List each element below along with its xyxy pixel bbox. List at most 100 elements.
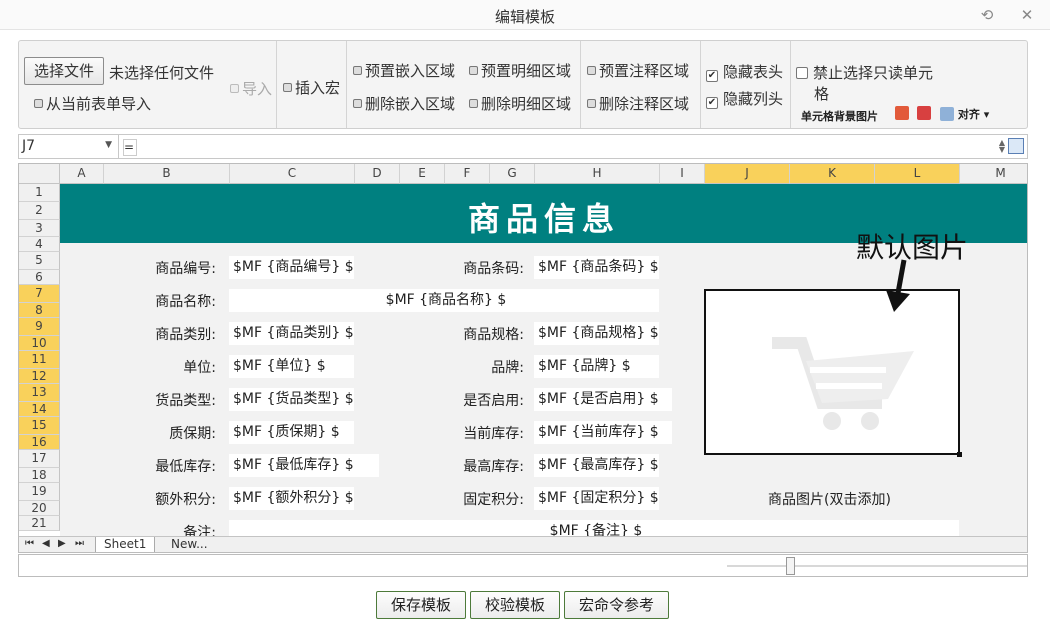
row-header[interactable]: 10 bbox=[19, 336, 60, 351]
delete-embed-area-button[interactable]: 删除嵌入区域 bbox=[353, 93, 455, 114]
cell-grid[interactable]: 商品信息 商品编号: $MF {商品编号} $ 商品条码: $MF {商品条码}… bbox=[60, 184, 1027, 543]
field-value-cell[interactable]: $MF {是否启用} $ bbox=[534, 388, 672, 411]
close-icon[interactable]: ✕ bbox=[1016, 4, 1038, 26]
field-value-cell[interactable]: $MF {额外积分} $ bbox=[229, 487, 354, 510]
preset-embed-area-button[interactable]: 预置嵌入区域 bbox=[353, 60, 455, 81]
column-header[interactable]: H bbox=[535, 164, 660, 184]
check-icon[interactable]: ✔ bbox=[706, 97, 718, 109]
column-header[interactable]: L bbox=[875, 164, 960, 184]
row-header[interactable]: 8 bbox=[19, 303, 60, 318]
cell-reference-box[interactable]: J7 ▼ bbox=[19, 135, 119, 158]
cell-reference: J7 bbox=[22, 138, 36, 154]
select-all-corner[interactable] bbox=[19, 164, 60, 184]
row-header[interactable]: 11 bbox=[19, 351, 60, 369]
field-value-cell[interactable]: $MF {固定积分} $ bbox=[534, 487, 659, 510]
add-bg-image-button[interactable] bbox=[895, 106, 909, 120]
field-value-cell[interactable]: $MF {商品编号} $ bbox=[229, 256, 354, 279]
last-sheet-icon[interactable]: ⏭ bbox=[75, 538, 84, 549]
import-group: 选择文件 未选择任何文件 从当前表单导入 导入 bbox=[19, 41, 277, 128]
column-header[interactable]: F bbox=[445, 164, 490, 184]
column-header[interactable]: C bbox=[230, 164, 355, 184]
row-header[interactable]: 6 bbox=[19, 270, 60, 285]
sheet-tab-bar: ⏮ ◀ ▶ ⏭ Sheet1 New... bbox=[19, 536, 1027, 552]
row-header[interactable]: 3 bbox=[19, 220, 60, 237]
spinner-icon[interactable]: ▲ ▼ bbox=[999, 139, 1005, 154]
preset-note-area-button[interactable]: 预置注释区域 bbox=[587, 60, 689, 81]
prev-sheet-icon[interactable]: ◀ bbox=[42, 538, 50, 549]
restore-icon[interactable]: ⟲ bbox=[976, 4, 998, 26]
import-from-form-button[interactable]: 从当前表单导入 bbox=[34, 93, 151, 114]
new-sheet-tab[interactable]: New... bbox=[163, 537, 216, 552]
row-header[interactable]: 12 bbox=[19, 369, 60, 384]
check-icon[interactable]: ✔ bbox=[706, 70, 718, 82]
field-value-cell[interactable]: $MF {商品条码} $ bbox=[534, 256, 659, 279]
row-header[interactable]: 19 bbox=[19, 483, 60, 501]
column-header[interactable]: J bbox=[705, 164, 790, 184]
hide-header-checkbox[interactable]: ✔ 隐藏表头 bbox=[706, 61, 783, 82]
column-header[interactable]: E bbox=[400, 164, 445, 184]
column-header[interactable]: B bbox=[104, 164, 230, 184]
hide-column-header-checkbox[interactable]: ✔ 隐藏列头 bbox=[706, 88, 783, 109]
chevron-down-icon: ▾ bbox=[983, 108, 990, 121]
forbid-readonly-label-wrap: 格 bbox=[814, 85, 830, 103]
first-sheet-icon[interactable]: ⏮ bbox=[25, 538, 34, 549]
row-header[interactable]: 18 bbox=[19, 468, 60, 483]
forbid-readonly-checkbox[interactable]: 禁止选择只读单元 bbox=[796, 62, 933, 83]
row-header[interactable]: 16 bbox=[19, 435, 60, 450]
field-label: 商品名称: bbox=[155, 294, 216, 310]
preset-detail-area-button[interactable]: 预置明细区域 bbox=[469, 60, 571, 81]
column-header[interactable]: D bbox=[355, 164, 400, 184]
row-header[interactable]: 5 bbox=[19, 252, 60, 270]
field-value-cell[interactable]: $MF {当前库存} $ bbox=[534, 421, 672, 444]
field-value-cell[interactable]: $MF {商品类别} $ bbox=[229, 322, 354, 345]
row-header[interactable]: 15 bbox=[19, 417, 60, 435]
macro-group: 插入宏 bbox=[277, 41, 347, 128]
field-value-cell[interactable]: $MF {单位} $ bbox=[229, 355, 354, 378]
field-value-cell[interactable]: $MF {商品名称} $ bbox=[229, 289, 659, 312]
column-header[interactable]: I bbox=[660, 164, 705, 184]
row-header[interactable]: 2 bbox=[19, 202, 60, 220]
spreadsheet: ABCDEFGHIJKLM 1 2 3 4 5 6 7 8 9 10 11 12 13 14 15 16 17 1… bbox=[18, 163, 1028, 553]
column-header[interactable]: K bbox=[790, 164, 875, 184]
row-header[interactable]: 1 bbox=[19, 184, 60, 202]
field-value-cell[interactable]: $MF {最低库存} $ bbox=[229, 454, 379, 477]
remove-bg-image-button[interactable] bbox=[917, 106, 931, 120]
row-header[interactable]: 20 bbox=[19, 501, 60, 516]
field-label: 额外积分: bbox=[155, 492, 216, 508]
choose-file-button[interactable]: 选择文件 bbox=[24, 57, 104, 85]
row-header[interactable]: 21 bbox=[19, 516, 60, 531]
field-value-cell[interactable]: $MF {商品规格} $ bbox=[534, 322, 659, 345]
shopping-cart-icon bbox=[772, 337, 914, 430]
delete-note-area-button[interactable]: 删除注释区域 bbox=[587, 93, 689, 114]
field-value-cell[interactable]: $MF {质保期} $ bbox=[229, 421, 354, 444]
align-button[interactable]: 对齐 ▾ bbox=[940, 106, 989, 122]
unchecked-box-icon[interactable] bbox=[796, 67, 808, 79]
insert-macro-button[interactable]: 插入宏 bbox=[283, 77, 340, 98]
row-header[interactable]: 14 bbox=[19, 402, 60, 417]
row-header[interactable]: 17 bbox=[19, 450, 60, 468]
save-template-button[interactable]: 保存模板 bbox=[376, 591, 466, 619]
macro-reference-button[interactable]: 宏命令参考 bbox=[564, 591, 669, 619]
zoom-track[interactable] bbox=[727, 565, 1027, 567]
resize-handle[interactable] bbox=[957, 452, 962, 457]
column-header[interactable]: A bbox=[60, 164, 104, 184]
preset-detail-area-label: 预置明细区域 bbox=[481, 62, 572, 80]
delete-detail-area-button[interactable]: 删除明细区域 bbox=[469, 93, 571, 114]
row-header[interactable]: 7 bbox=[19, 285, 60, 303]
row-header[interactable]: 13 bbox=[19, 384, 60, 402]
row-header[interactable]: 4 bbox=[19, 237, 60, 252]
expand-editor-icon[interactable] bbox=[1008, 138, 1024, 154]
field-value-cell[interactable]: $MF {货品类型} $ bbox=[229, 388, 354, 411]
import-button[interactable]: 导入 bbox=[230, 78, 272, 99]
chevron-down-icon[interactable]: ▼ bbox=[105, 140, 112, 150]
validate-template-button[interactable]: 校验模板 bbox=[470, 591, 560, 619]
next-sheet-icon[interactable]: ▶ bbox=[58, 538, 66, 549]
formula-input[interactable]: = bbox=[123, 139, 137, 156]
field-value-cell[interactable]: $MF {品牌} $ bbox=[534, 355, 659, 378]
column-header[interactable]: G bbox=[490, 164, 535, 184]
sheet-tab[interactable]: Sheet1 bbox=[95, 537, 156, 552]
zoom-slider[interactable] bbox=[786, 557, 795, 575]
column-header[interactable]: M bbox=[960, 164, 1027, 184]
row-header[interactable]: 9 bbox=[19, 318, 60, 336]
field-value-cell[interactable]: $MF {最高库存} $ bbox=[534, 454, 659, 477]
